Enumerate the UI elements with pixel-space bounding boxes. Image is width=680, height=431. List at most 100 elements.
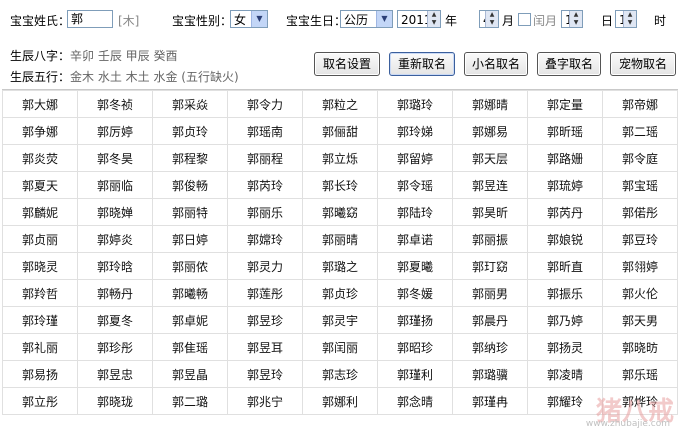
name-link[interactable]: 郭乃婷	[547, 314, 583, 328]
spinner-arrows-icon[interactable]: ▲ ▼	[569, 11, 582, 27]
gender-select[interactable]: 女 ▼	[230, 10, 268, 28]
name-link[interactable]: 郭令力	[247, 98, 283, 112]
name-link[interactable]: 郭日婷	[172, 233, 208, 247]
name-link[interactable]: 郭陆玲	[397, 206, 433, 220]
name-link[interactable]: 郭玲晗	[97, 260, 133, 274]
name-link[interactable]: 郭玲娣	[397, 125, 433, 139]
name-link[interactable]: 郭莲彤	[247, 287, 283, 301]
repeat-character-name-button[interactable]: 叠字取名	[537, 52, 601, 76]
name-link[interactable]: 郭丽程	[247, 152, 283, 166]
spinner-arrows-icon[interactable]: ▲ ▼	[623, 11, 636, 27]
name-link[interactable]: 郭火伦	[622, 287, 658, 301]
name-link[interactable]: 郭娜易	[472, 125, 508, 139]
name-link[interactable]: 郭琉婷	[547, 179, 583, 193]
name-link[interactable]: 郭珍彤	[97, 341, 133, 355]
name-link[interactable]: 郭璐之	[322, 260, 358, 274]
name-link[interactable]: 郭易扬	[22, 368, 58, 382]
spinner-arrows-icon[interactable]: ▲ ▼	[427, 11, 440, 27]
name-link[interactable]: 郭偌彤	[622, 206, 658, 220]
name-link[interactable]: 郭豆玲	[622, 233, 658, 247]
name-link[interactable]: 郭厉婷	[97, 125, 133, 139]
name-link[interactable]: 郭瑾冉	[472, 395, 508, 409]
name-link[interactable]: 郭羚哲	[22, 287, 58, 301]
name-link[interactable]: 郭兆宁	[247, 395, 283, 409]
name-link[interactable]: 郭麟妮	[22, 206, 58, 220]
name-link[interactable]: 郭贞珍	[322, 287, 358, 301]
name-link[interactable]: 郭夏天	[22, 179, 58, 193]
name-link[interactable]: 郭大娜	[22, 98, 58, 112]
name-link[interactable]: 郭娘锐	[547, 233, 583, 247]
name-link[interactable]: 郭玎窈	[472, 260, 508, 274]
name-link[interactable]: 郭芮丹	[547, 206, 583, 220]
name-link[interactable]: 郭天层	[472, 152, 508, 166]
name-link[interactable]: 郭昱珍	[247, 314, 283, 328]
nickname-button[interactable]: 小名取名	[464, 52, 528, 76]
name-link[interactable]: 郭畅丹	[97, 287, 133, 301]
name-link[interactable]: 郭瑾利	[397, 368, 433, 382]
name-link[interactable]: 郭长玲	[322, 179, 358, 193]
name-link[interactable]: 郭曦窈	[322, 206, 358, 220]
name-link[interactable]: 郭令瑶	[397, 179, 433, 193]
name-link[interactable]: 郭晓珑	[97, 395, 133, 409]
name-link[interactable]: 郭昱耳	[247, 341, 283, 355]
name-link[interactable]: 郭昭珍	[397, 341, 433, 355]
name-link[interactable]: 郭振乐	[547, 287, 583, 301]
name-link[interactable]: 郭贞丽	[22, 233, 58, 247]
name-link[interactable]: 郭瑶南	[247, 125, 283, 139]
surname-input[interactable]: 郭	[67, 10, 113, 28]
name-link[interactable]: 郭丽晴	[322, 233, 358, 247]
name-link[interactable]: 郭礼丽	[22, 341, 58, 355]
leap-month-checkbox[interactable]	[518, 13, 531, 26]
name-link[interactable]: 郭瑾扬	[397, 314, 433, 328]
name-link[interactable]: 郭晓昉	[622, 341, 658, 355]
name-link[interactable]: 郭令庭	[622, 152, 658, 166]
name-link[interactable]: 郭灵宇	[322, 314, 358, 328]
name-link[interactable]: 郭翎婷	[622, 260, 658, 274]
name-link[interactable]: 郭丽男	[472, 287, 508, 301]
name-link[interactable]: 郭留婷	[397, 152, 433, 166]
name-link[interactable]: 郭纳珍	[472, 341, 508, 355]
name-link[interactable]: 郭俪甜	[322, 125, 358, 139]
name-link[interactable]: 郭立烁	[322, 152, 358, 166]
name-link[interactable]: 郭耀玲	[547, 395, 583, 409]
name-link[interactable]: 郭冬昊	[97, 152, 133, 166]
name-link[interactable]: 郭志珍	[322, 368, 358, 382]
name-link[interactable]: 郭乐瑶	[622, 368, 658, 382]
name-link[interactable]: 郭昕瑶	[547, 125, 583, 139]
name-link[interactable]: 郭曦畅	[172, 287, 208, 301]
name-link[interactable]: 郭帝娜	[622, 98, 658, 112]
naming-settings-button[interactable]: 取名设置	[314, 52, 380, 76]
name-link[interactable]: 郭粒之	[322, 98, 358, 112]
rename-button[interactable]: 重新取名	[389, 52, 455, 76]
name-link[interactable]: 郭卓妮	[172, 314, 208, 328]
hour-spinner[interactable]: 18 ▲▼	[615, 10, 637, 28]
name-link[interactable]: 郭天男	[622, 314, 658, 328]
name-link[interactable]: 郭娜利	[322, 395, 358, 409]
year-spinner[interactable]: 2011 ▲ ▼	[397, 10, 441, 28]
name-link[interactable]: 郭冬祯	[97, 98, 133, 112]
name-link[interactable]: 郭路姗	[547, 152, 583, 166]
name-link[interactable]: 郭昕直	[547, 260, 583, 274]
name-link[interactable]: 郭闰丽	[322, 341, 358, 355]
name-link[interactable]: 郭采焱	[172, 98, 208, 112]
name-link[interactable]: 郭婷炎	[97, 233, 133, 247]
name-link[interactable]: 郭扬灵	[547, 341, 583, 355]
name-link[interactable]: 郭丽乐	[247, 206, 283, 220]
name-link[interactable]: 郭晓灵	[22, 260, 58, 274]
month-spinner[interactable]: 4 ▲▼	[479, 10, 499, 28]
name-link[interactable]: 郭晓婵	[97, 206, 133, 220]
name-link[interactable]: 郭俊畅	[172, 179, 208, 193]
name-link[interactable]: 郭卓诺	[397, 233, 433, 247]
name-link[interactable]: 郭丽侬	[172, 260, 208, 274]
name-link[interactable]: 郭丽特	[172, 206, 208, 220]
name-link[interactable]: 郭璐骥	[472, 368, 508, 382]
name-link[interactable]: 郭宝瑶	[622, 179, 658, 193]
name-link[interactable]: 郭隹瑶	[172, 341, 208, 355]
name-link[interactable]: 郭璐玲	[397, 98, 433, 112]
name-link[interactable]: 郭贞玲	[172, 125, 208, 139]
calendar-select[interactable]: 公历 ▼	[340, 10, 393, 28]
name-link[interactable]: 郭灵力	[247, 260, 283, 274]
name-link[interactable]: 郭冬媛	[397, 287, 433, 301]
name-link[interactable]: 郭昱连	[472, 179, 508, 193]
spinner-arrows-icon[interactable]: ▲ ▼	[485, 11, 498, 27]
